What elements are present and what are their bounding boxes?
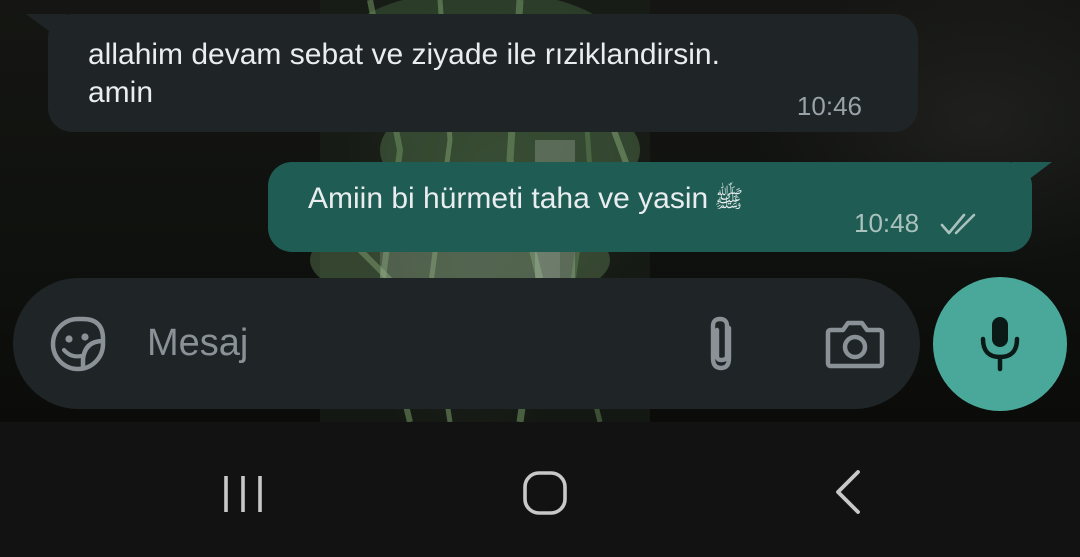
outgoing-message-text: Amiin bi hürmeti taha ve yasin ﷺ xyxy=(308,180,743,219)
incoming-message-line-2: amin xyxy=(88,76,154,109)
camera-icon[interactable] xyxy=(825,318,885,370)
voice-message-button[interactable] xyxy=(933,277,1067,411)
incoming-message-bubble[interactable]: allahim devam sebat ve ziyade ile rızikl… xyxy=(48,14,918,132)
sticker-emoji-icon[interactable] xyxy=(49,315,107,373)
incoming-message-time: 10:46 xyxy=(796,91,862,121)
message-input[interactable]: Mesaj xyxy=(147,320,248,366)
paperclip-icon[interactable] xyxy=(701,314,741,374)
outgoing-message-time: 10:48 xyxy=(854,208,920,238)
incoming-message-text: allahim devam sebat ve ziyade ile rızikl… xyxy=(88,36,868,112)
recents-icon[interactable] xyxy=(222,474,266,514)
system-navigation-bar xyxy=(0,422,1080,557)
back-icon[interactable] xyxy=(832,468,862,516)
honorific-glyph: ﷺ xyxy=(714,186,744,214)
incoming-message-line-1: allahim devam sebat ve ziyade ile rızikl… xyxy=(88,38,720,71)
outgoing-message-body: Amiin bi hürmeti taha ve yasin xyxy=(308,182,709,215)
double-check-icon xyxy=(940,213,976,235)
microphone-icon xyxy=(980,317,1020,372)
home-icon[interactable] xyxy=(522,470,568,516)
outgoing-message-bubble[interactable]: Amiin bi hürmeti taha ve yasin ﷺ 10:48 xyxy=(268,162,1032,252)
message-input-bar[interactable]: Mesaj xyxy=(13,278,920,409)
